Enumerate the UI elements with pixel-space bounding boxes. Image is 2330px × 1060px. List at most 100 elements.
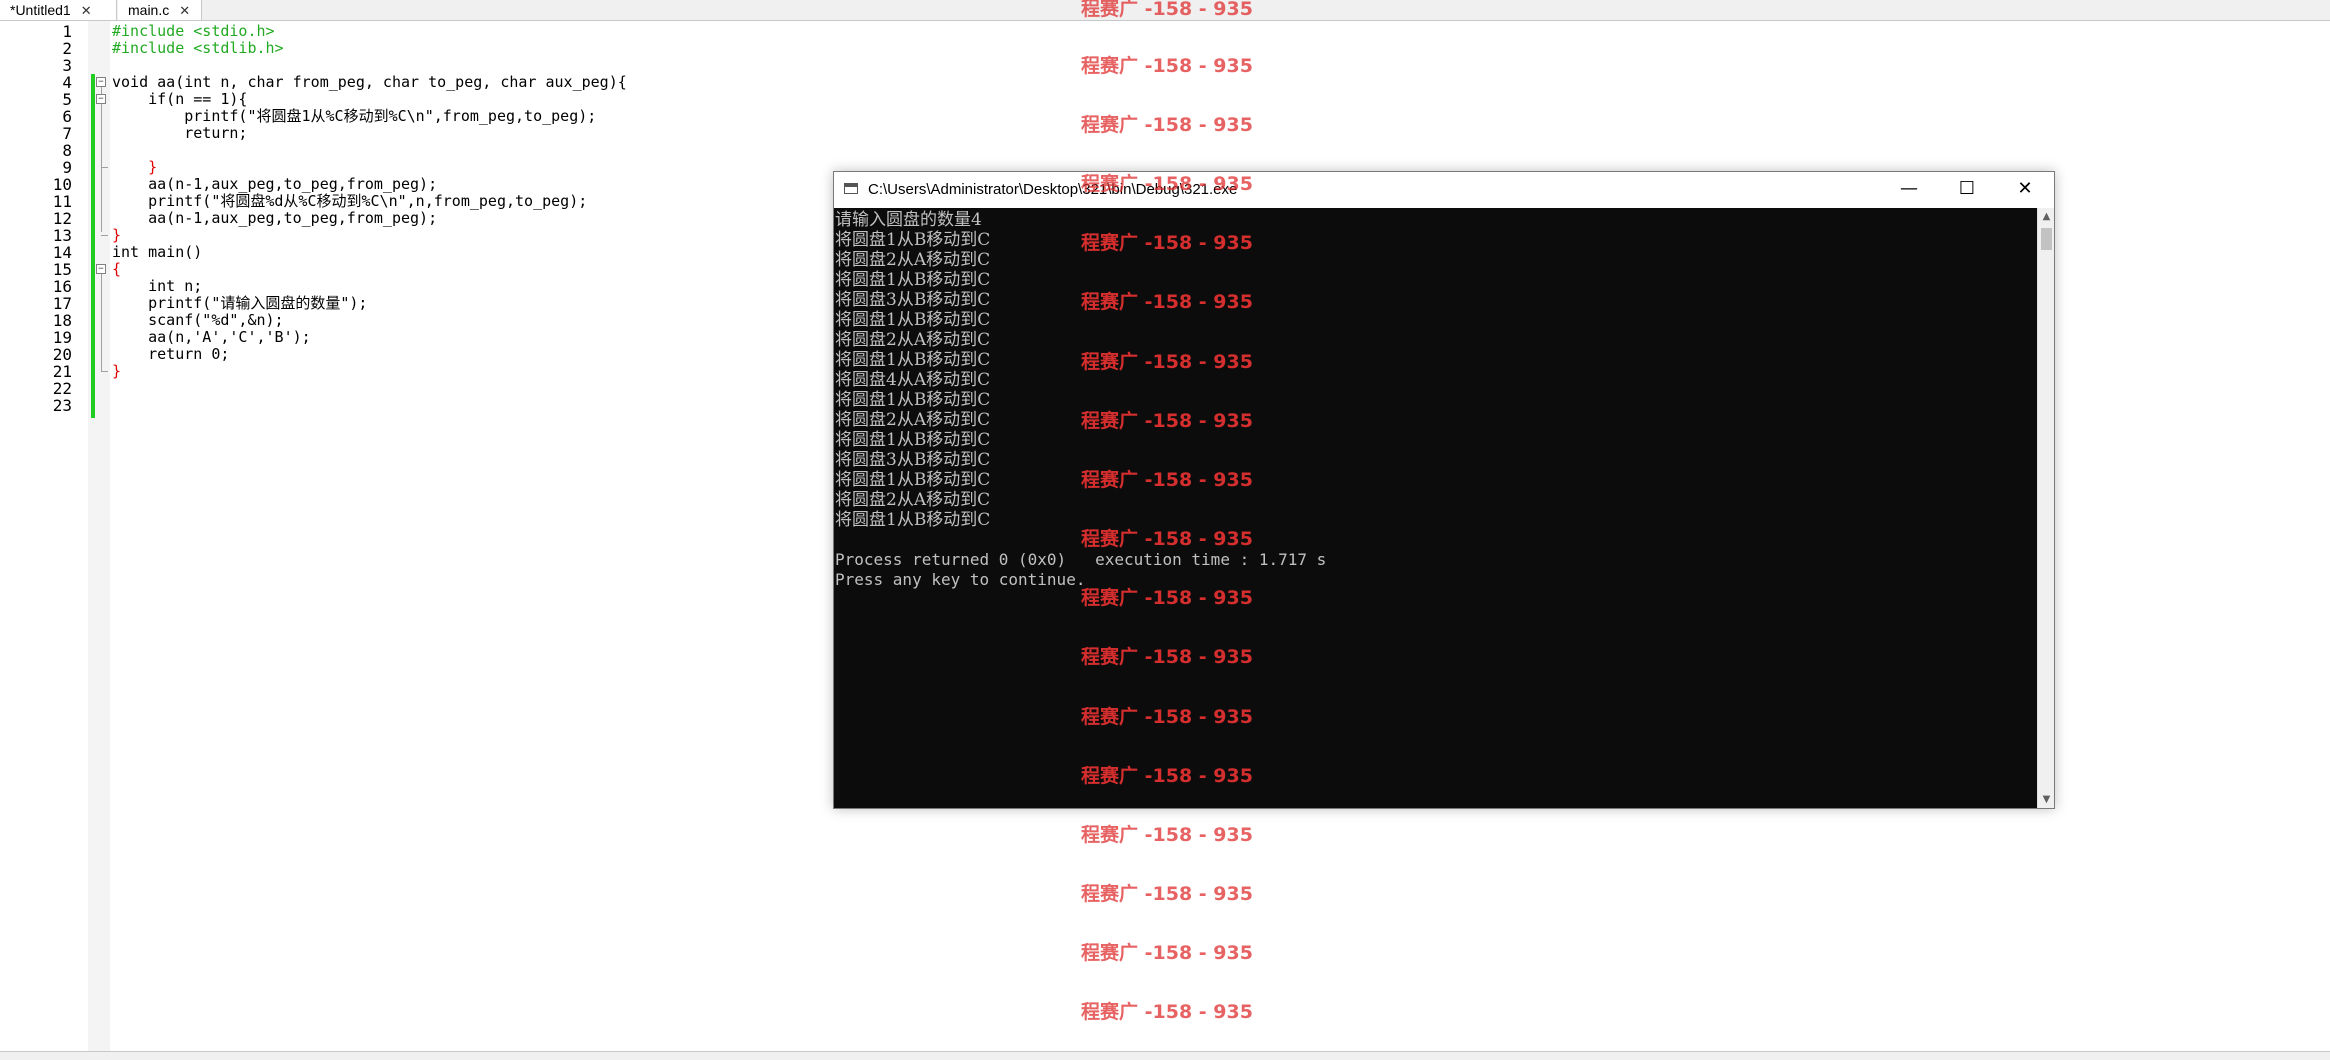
- console-line: 将圆盘2从A移动到C: [835, 490, 991, 510]
- watermark-text: 程赛广 -158 - 935: [1081, 765, 1253, 787]
- scroll-down-icon[interactable]: ▼: [2038, 791, 2055, 808]
- console-line: Press any key to continue.: [835, 570, 1086, 589]
- code-line[interactable]: aa(n-1,aux_peg,to_peg,from_peg);: [112, 176, 437, 193]
- fold-toggle-icon[interactable]: −: [96, 77, 106, 87]
- console-line: 将圆盘1从B移动到C: [835, 390, 991, 410]
- change-marker: [91, 74, 95, 261]
- console-line: 将圆盘1从B移动到C: [835, 270, 991, 290]
- console-line: 将圆盘1从B移动到C: [835, 310, 991, 330]
- console-line: 将圆盘1从B移动到C: [835, 350, 991, 370]
- close-button[interactable]: ✕: [1996, 172, 2054, 208]
- code-line[interactable]: #include <stdio.h>: [112, 23, 275, 40]
- line-number: 18: [52, 311, 72, 330]
- line-number: 7: [62, 124, 72, 143]
- watermark-text: 程赛广 -158 - 935: [1081, 173, 1253, 195]
- console-scrollbar[interactable]: ▲ ▼: [2037, 208, 2054, 808]
- code-line[interactable]: printf("将圆盘%d从%C移动到%C\n",n,from_peg,to_p…: [112, 193, 587, 210]
- line-number: 4: [62, 73, 72, 92]
- tab-label: main.c: [128, 2, 170, 18]
- tab-untitled1[interactable]: *Untitled1 ✕: [0, 0, 117, 20]
- code-line[interactable]: }: [112, 159, 157, 176]
- watermark-text: 程赛广 -158 - 935: [1081, 232, 1253, 254]
- line-number: 8: [62, 141, 72, 160]
- fold-guide: [101, 87, 102, 232]
- watermark-text: 程赛广 -158 - 935: [1081, 824, 1253, 846]
- watermark-text: 程赛广 -158 - 935: [1081, 469, 1253, 491]
- close-icon[interactable]: ✕: [81, 3, 92, 18]
- code-line[interactable]: int main(): [112, 244, 202, 261]
- line-number: 2: [62, 39, 72, 58]
- console-line: 将圆盘1从B移动到C: [835, 510, 991, 530]
- watermark-text: 程赛广 -158 - 935: [1081, 646, 1253, 668]
- console-line: 将圆盘3从B移动到C: [835, 450, 991, 470]
- fold-guide: [101, 274, 102, 371]
- console-line: 将圆盘3从B移动到C: [835, 290, 991, 310]
- code-line[interactable]: int n;: [112, 278, 202, 295]
- line-number: 17: [52, 294, 72, 313]
- line-number: 13: [52, 226, 72, 245]
- console-line: Process returned 0 (0x0) execution time …: [835, 550, 1327, 569]
- fold-end-marker: [101, 371, 108, 372]
- code-line[interactable]: }: [112, 227, 121, 244]
- console-line: 将圆盘1从B移动到C: [835, 230, 991, 250]
- console-line: 将圆盘4从A移动到C: [835, 370, 991, 390]
- watermark-text: 程赛广 -158 - 935: [1081, 1001, 1253, 1023]
- watermark-text: 程赛广 -158 - 935: [1081, 883, 1253, 905]
- line-number: 15: [52, 260, 72, 279]
- line-number: 12: [52, 209, 72, 228]
- code-line[interactable]: return;: [112, 125, 247, 142]
- scroll-thumb[interactable]: [2041, 228, 2052, 250]
- fold-end-marker: [101, 235, 108, 236]
- code-line[interactable]: printf("将圆盘1从%C移动到%C\n",from_peg,to_peg)…: [112, 108, 596, 125]
- maximize-button[interactable]: ☐: [1938, 172, 1996, 208]
- code-line[interactable]: }: [112, 363, 121, 380]
- line-number: 11: [52, 192, 72, 211]
- minimize-button[interactable]: —: [1880, 172, 1938, 208]
- console-line: 将圆盘2从A移动到C: [835, 410, 991, 430]
- line-number: 5: [62, 90, 72, 109]
- watermark-text: 程赛广 -158 - 935: [1081, 706, 1253, 728]
- code-line[interactable]: aa(n,'A','C','B');: [112, 329, 311, 346]
- watermark-text: 程赛广 -158 - 935: [1081, 114, 1253, 136]
- console-line: 将圆盘2从A移动到C: [835, 250, 991, 270]
- code-line[interactable]: void aa(int n, char from_peg, char to_pe…: [112, 74, 627, 91]
- change-marker: [91, 261, 95, 418]
- line-number: 10: [52, 175, 72, 194]
- line-number: 23: [52, 396, 72, 415]
- tab-main-c[interactable]: main.c ✕: [118, 0, 202, 20]
- code-line[interactable]: if(n == 1){: [112, 91, 247, 108]
- watermark-text: 程赛广 -158 - 935: [1081, 410, 1253, 432]
- code-line[interactable]: #include <stdlib.h>: [112, 40, 284, 57]
- line-number: 6: [62, 107, 72, 126]
- console-line: 将圆盘2从A移动到C: [835, 330, 991, 350]
- line-number: 16: [52, 277, 72, 296]
- fold-toggle-icon[interactable]: −: [96, 264, 106, 274]
- console-line: 将圆盘1从B移动到C: [835, 470, 991, 490]
- watermark-text: 程赛广 -158 - 935: [1081, 55, 1253, 77]
- console-line: 将圆盘1从B移动到C: [835, 430, 991, 450]
- console-app-icon: [844, 183, 858, 194]
- line-number: 14: [52, 243, 72, 262]
- scroll-up-icon[interactable]: ▲: [2038, 208, 2055, 225]
- code-line[interactable]: aa(n-1,aux_peg,to_peg,from_peg);: [112, 210, 437, 227]
- console-output[interactable]: 请输入圆盘的数量4 将圆盘1从B移动到C 将圆盘2从A移动到C 将圆盘1从B移动到C 将…: [834, 208, 2037, 808]
- watermark-text: 程赛广 -158 - 935: [1081, 0, 1253, 20]
- tab-label: *Untitled1: [10, 2, 71, 18]
- code-line[interactable]: printf("请输入圆盘的数量");: [112, 295, 367, 312]
- watermark-text: 程赛广 -158 - 935: [1081, 291, 1253, 313]
- code-line[interactable]: scanf("%d",&n);: [112, 312, 283, 329]
- fold-end-marker: [101, 167, 108, 168]
- line-number: 21: [52, 362, 72, 381]
- console-window[interactable]: C:\Users\Administrator\Desktop\321\bin\D…: [833, 171, 2055, 809]
- watermark-text: 程赛广 -158 - 935: [1081, 528, 1253, 550]
- code-line[interactable]: {: [112, 261, 121, 278]
- code-line[interactable]: return 0;: [112, 346, 229, 363]
- line-number: 20: [52, 345, 72, 364]
- line-number: 1: [62, 22, 72, 41]
- line-number: 19: [52, 328, 72, 347]
- line-number: 9: [62, 158, 72, 177]
- fold-toggle-icon[interactable]: −: [96, 94, 106, 104]
- watermark-text: 程赛广 -158 - 935: [1081, 351, 1253, 373]
- close-icon[interactable]: ✕: [179, 3, 190, 18]
- console-title-bar[interactable]: C:\Users\Administrator\Desktop\321\bin\D…: [834, 172, 2054, 208]
